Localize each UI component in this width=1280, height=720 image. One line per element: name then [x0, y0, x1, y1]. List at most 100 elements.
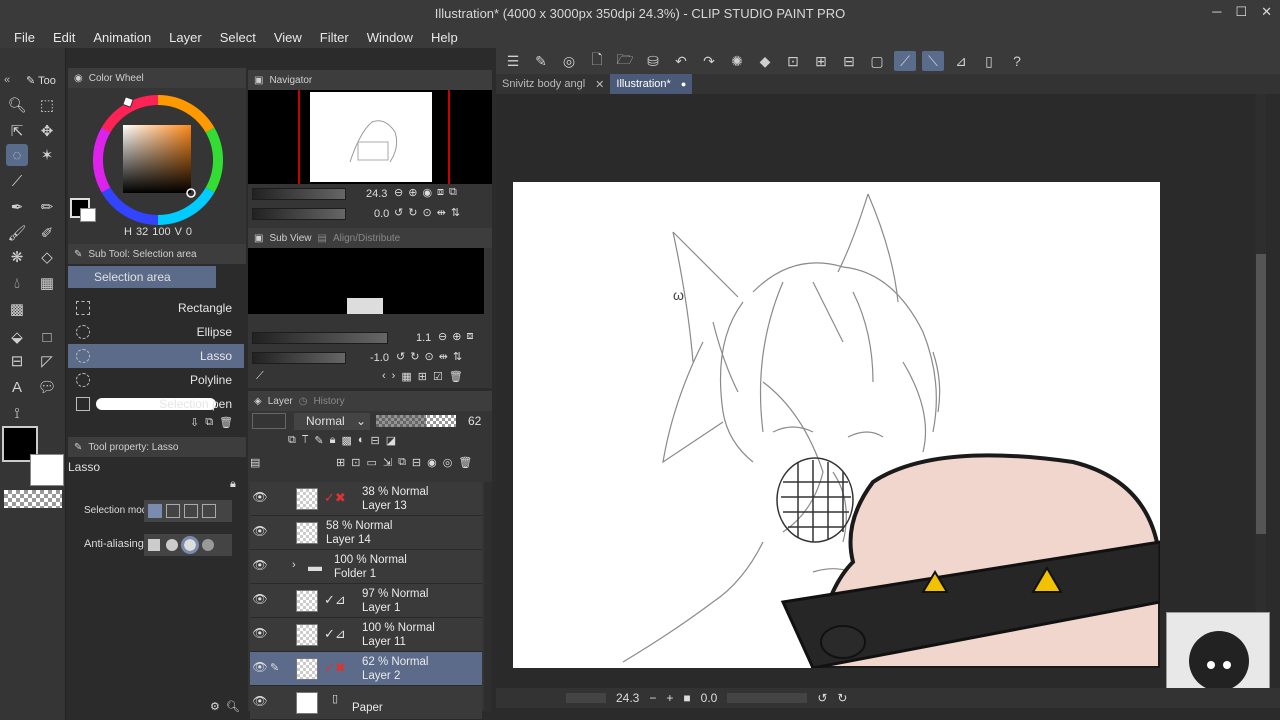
ruler-icon[interactable]: ⊟: [838, 51, 860, 71]
eye-icon[interactable]: 👁︎: [252, 694, 268, 710]
auto-select-icon[interactable]: ✶: [36, 144, 58, 166]
gradient-icon[interactable]: ▩: [6, 298, 28, 320]
device-icon[interactable]: ▯: [978, 51, 1000, 71]
menu-help[interactable]: Help: [425, 30, 470, 45]
opacity-slider[interactable]: [376, 415, 456, 427]
zoom-out-icon[interactable]: ⊖: [394, 186, 403, 199]
status-rotate-right-icon[interactable]: ↻: [837, 691, 847, 705]
canvas-vscroll[interactable]: [1256, 94, 1266, 688]
new-raster-icon[interactable]: ⊞: [336, 456, 345, 469]
new-selection-icon[interactable]: [148, 504, 162, 518]
reset-rotation-icon[interactable]: ⊙: [422, 206, 431, 219]
status-fit-icon[interactable]: ■: [683, 691, 690, 705]
hue-value[interactable]: 32: [136, 226, 148, 238]
intersect-selection-icon[interactable]: [202, 504, 216, 518]
aa-medium-icon[interactable]: [181, 536, 199, 554]
next-image-icon[interactable]: ›: [392, 370, 396, 383]
rotate-right-icon[interactable]: ↻: [408, 206, 417, 219]
status-rotate-left-icon[interactable]: ↺: [817, 691, 827, 705]
aa-none-icon[interactable]: [148, 539, 160, 551]
edit-icon[interactable]: ✎: [530, 51, 552, 71]
collapse-icon[interactable]: «: [4, 74, 10, 86]
blend-mode-select[interactable]: Normal ⌄: [294, 413, 370, 430]
eye-icon[interactable]: 👁︎: [252, 626, 268, 642]
menu-filter[interactable]: Filter: [314, 30, 361, 45]
sv-rotate-right-icon[interactable]: ↻: [410, 350, 419, 363]
sv-flip-h-icon[interactable]: ⇹: [439, 350, 448, 363]
status-rotation-value[interactable]: 0.0: [701, 691, 718, 705]
menu-animation[interactable]: Animation: [87, 30, 163, 45]
sv-rotate-left-icon[interactable]: ↺: [396, 350, 405, 363]
brush-icon[interactable]: 🖌︎: [6, 222, 28, 244]
lock-icon[interactable]: 🔒︎: [230, 478, 236, 491]
open-file-icon[interactable]: 🗁: [614, 51, 636, 71]
anti-aliasing-buttons[interactable]: [144, 534, 232, 556]
sv-reset-icon[interactable]: ⊙: [424, 350, 433, 363]
rotate-left-icon[interactable]: ↺: [394, 206, 403, 219]
navigator-rotate-value[interactable]: 0.0: [374, 208, 389, 220]
maximize-button[interactable]: ☐: [1235, 4, 1247, 20]
layer-row[interactable]: 👁︎ 58 % Normal Layer 14: [250, 516, 482, 550]
help-icon[interactable]: ?: [1006, 51, 1028, 71]
selection-mode-buttons[interactable]: [144, 500, 232, 522]
ruler-tool-icon[interactable]: ◸: [36, 350, 58, 372]
settings-icon[interactable]: ⚙: [210, 700, 220, 713]
ruler-layer-icon[interactable]: ⊟: [371, 434, 380, 447]
layer-color-select[interactable]: [252, 413, 286, 429]
status-zoom-slider[interactable]: [566, 693, 606, 703]
frame-icon[interactable]: ▢: [866, 51, 888, 71]
sub-tool-lasso[interactable]: Lasso: [68, 344, 244, 368]
close-tab-icon[interactable]: ✕: [595, 78, 604, 91]
search-icon[interactable]: 🔍︎: [226, 700, 240, 713]
clip-studio-icon[interactable]: ◎: [558, 51, 580, 71]
snap-special-icon[interactable]: ⟍: [922, 51, 944, 71]
align-distribute-tab[interactable]: Align/Distribute: [333, 233, 400, 244]
eraser-icon[interactable]: ◇: [36, 246, 58, 268]
transform-icon[interactable]: ⊡: [782, 51, 804, 71]
check-icon[interactable]: ☑: [433, 370, 443, 383]
brightness-value[interactable]: 0: [186, 226, 192, 238]
navigator-preview[interactable]: [248, 90, 492, 184]
fit-icon[interactable]: ◉: [422, 186, 432, 199]
zoom-tool-icon[interactable]: 🔍︎: [6, 94, 28, 116]
sub-tool-polyline[interactable]: Polyline: [68, 368, 244, 392]
full-size-icon[interactable]: ⧉: [449, 186, 457, 199]
draft-icon[interactable]: ✎: [314, 434, 323, 447]
balloon-icon[interactable]: 💬︎: [36, 376, 58, 398]
menu-layer[interactable]: Layer: [163, 30, 214, 45]
apply-mask-icon[interactable]: ◎: [443, 456, 453, 469]
fit-window-icon[interactable]: ⧈: [437, 186, 444, 199]
mask-icon[interactable]: ◐: [358, 434, 365, 447]
delete-layer-icon[interactable]: 🗑︎: [458, 456, 472, 469]
decoration-icon[interactable]: ❋: [6, 246, 28, 268]
correct-line-icon[interactable]: ⟟: [6, 402, 28, 424]
loading-icon[interactable]: ✺: [726, 51, 748, 71]
operation-tool-icon[interactable]: ⬚: [36, 94, 58, 116]
figure-icon[interactable]: □: [36, 326, 58, 348]
menu-window[interactable]: Window: [361, 30, 425, 45]
new-vector-icon[interactable]: ⊡: [351, 456, 360, 469]
status-zoom-value[interactable]: 24.3: [616, 691, 639, 705]
sub-tool-ellipse[interactable]: Ellipse: [68, 320, 244, 344]
menu-icon[interactable]: ☰: [502, 51, 524, 71]
history-tab[interactable]: History: [313, 396, 344, 407]
eye-icon[interactable]: 👁︎: [252, 592, 268, 608]
menu-edit[interactable]: Edit: [47, 30, 87, 45]
menu-file[interactable]: File: [8, 30, 47, 45]
navigator-zoom-slider[interactable]: [252, 188, 346, 200]
canvas-paper[interactable]: ω: [513, 182, 1160, 668]
undo-icon[interactable]: ↶: [670, 51, 692, 71]
eye-icon[interactable]: 👁︎: [252, 524, 268, 540]
sub-tool-group[interactable]: Selection area: [68, 266, 216, 288]
navigator-zoom-value[interactable]: 24.3: [366, 188, 387, 200]
layer-row-paper[interactable]: 👁︎ ▯ Paper: [250, 686, 482, 720]
merge-icon[interactable]: ⧉: [398, 456, 406, 469]
aa-strong-icon[interactable]: [202, 539, 214, 551]
frame-border-icon[interactable]: ⊟: [6, 350, 28, 372]
color-layer-icon[interactable]: ◪: [386, 434, 396, 447]
sv-flip-v-icon[interactable]: ⇅: [453, 350, 462, 363]
copy-icon[interactable]: ⧉: [205, 416, 213, 429]
transparent-color-swatch[interactable]: [4, 490, 62, 508]
opacity-value[interactable]: 62: [468, 414, 481, 428]
layer-scrollbar[interactable]: [484, 482, 492, 712]
